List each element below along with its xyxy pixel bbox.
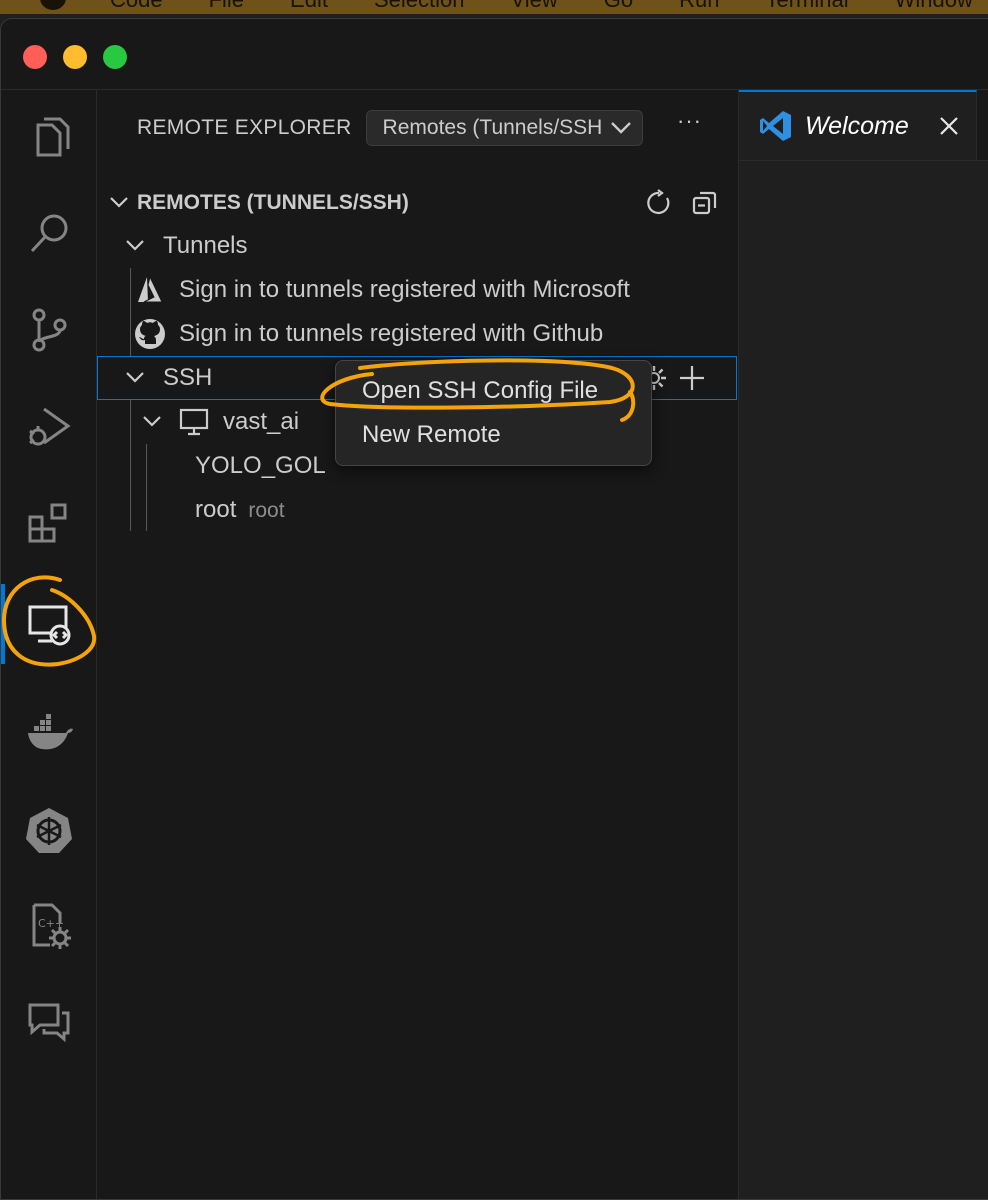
menu-run[interactable]: Run (679, 0, 719, 13)
refresh-icon[interactable] (645, 189, 673, 217)
remote-explorer-sidebar: REMOTE EXPLORER Remotes (Tunnels/SSH ···… (97, 90, 739, 1199)
menu-go[interactable]: Go (604, 0, 633, 13)
remote-explorer-icon[interactable] (1, 584, 96, 664)
menu-code[interactable]: Code (110, 0, 163, 13)
chat-icon[interactable] (1, 982, 96, 1062)
menu-terminal[interactable]: Terminal (766, 0, 849, 13)
editor-tab-bar: Welcome (739, 90, 988, 161)
section-title: REMOTES (TUNNELS/SSH) (137, 191, 409, 214)
tree-item-tunnels-microsoft[interactable]: Sign in to tunnels registered with Micro… (97, 268, 738, 312)
maximize-window-button[interactable] (103, 45, 127, 69)
remotes-dropdown[interactable]: Remotes (Tunnels/SSH (365, 110, 644, 146)
editor-area: Welcome (739, 90, 988, 1199)
github-icon (135, 319, 165, 349)
minimize-window-button[interactable] (63, 45, 87, 69)
ssh-label: SSH (163, 364, 213, 391)
collapse-all-icon[interactable] (691, 189, 719, 217)
sidebar-header: REMOTE EXPLORER Remotes (Tunnels/SSH (137, 108, 644, 148)
tunnels-label: Tunnels (163, 232, 248, 259)
user-secondary-label: root (248, 499, 285, 522)
close-window-button[interactable] (23, 45, 47, 69)
cpp-config-icon[interactable]: C++ (1, 886, 96, 966)
menu-item-new-remote[interactable]: New Remote (362, 421, 501, 449)
close-icon[interactable] (939, 116, 959, 136)
user-label: root (195, 496, 237, 523)
tree-item-tunnels-github[interactable]: Sign in to tunnels registered with Githu… (97, 312, 738, 356)
tab-welcome[interactable]: Welcome (739, 90, 977, 160)
tunnels-github-label: Sign in to tunnels registered with Githu… (179, 320, 604, 347)
menu-file[interactable]: File (209, 0, 244, 13)
monitor-icon (179, 408, 209, 436)
remotes-section-header[interactable]: REMOTES (TUNNELS/SSH) (97, 183, 738, 223)
vscode-logo-icon (760, 111, 791, 141)
section-actions (645, 183, 719, 223)
explorer-icon[interactable] (1, 98, 96, 178)
chevron-down-icon (126, 240, 144, 251)
sidebar-title: REMOTE EXPLORER (137, 116, 352, 139)
tunnels-microsoft-label: Sign in to tunnels registered with Micro… (179, 276, 630, 303)
chevron-down-icon (611, 122, 632, 134)
menu-selection[interactable]: Selection (374, 0, 465, 13)
kubernetes-icon[interactable] (1, 790, 96, 870)
vscode-window: C++ REMOTE EXPLORER Remotes (Tunnels/SSH… (0, 18, 988, 1200)
add-icon[interactable] (678, 364, 706, 392)
more-actions-button[interactable]: ··· (677, 108, 702, 134)
activity-bar: C++ (1, 90, 97, 1199)
menu-window[interactable]: Window (895, 0, 973, 13)
menu-item-open-ssh-config[interactable]: Open SSH Config File (362, 377, 598, 405)
host-label: vast_ai (223, 408, 300, 435)
tree-item-user-root[interactable]: root root (97, 488, 738, 532)
remotes-dropdown-value: Remotes (Tunnels/SSH (382, 116, 603, 139)
titlebar (1, 19, 988, 90)
search-icon[interactable] (1, 194, 96, 274)
docker-icon[interactable] (1, 694, 96, 774)
extensions-icon[interactable] (1, 482, 96, 562)
folder-label: YOLO_GOL (195, 452, 326, 479)
chevron-down-icon (110, 197, 128, 208)
macos-menubar: Code File Edit Selection View Go Run Ter… (0, 0, 988, 14)
azure-icon (138, 275, 163, 303)
run-debug-icon[interactable] (1, 386, 96, 466)
menu-edit[interactable]: Edit (290, 0, 328, 13)
source-control-icon[interactable] (1, 290, 96, 370)
chevron-down-icon (143, 416, 161, 427)
tree-item-tunnels[interactable]: Tunnels (97, 224, 738, 268)
tab-welcome-label: Welcome (805, 111, 909, 140)
ssh-context-menu: Open SSH Config File New Remote (335, 360, 652, 466)
chevron-down-icon (126, 372, 144, 383)
menu-view[interactable]: View (510, 0, 557, 13)
